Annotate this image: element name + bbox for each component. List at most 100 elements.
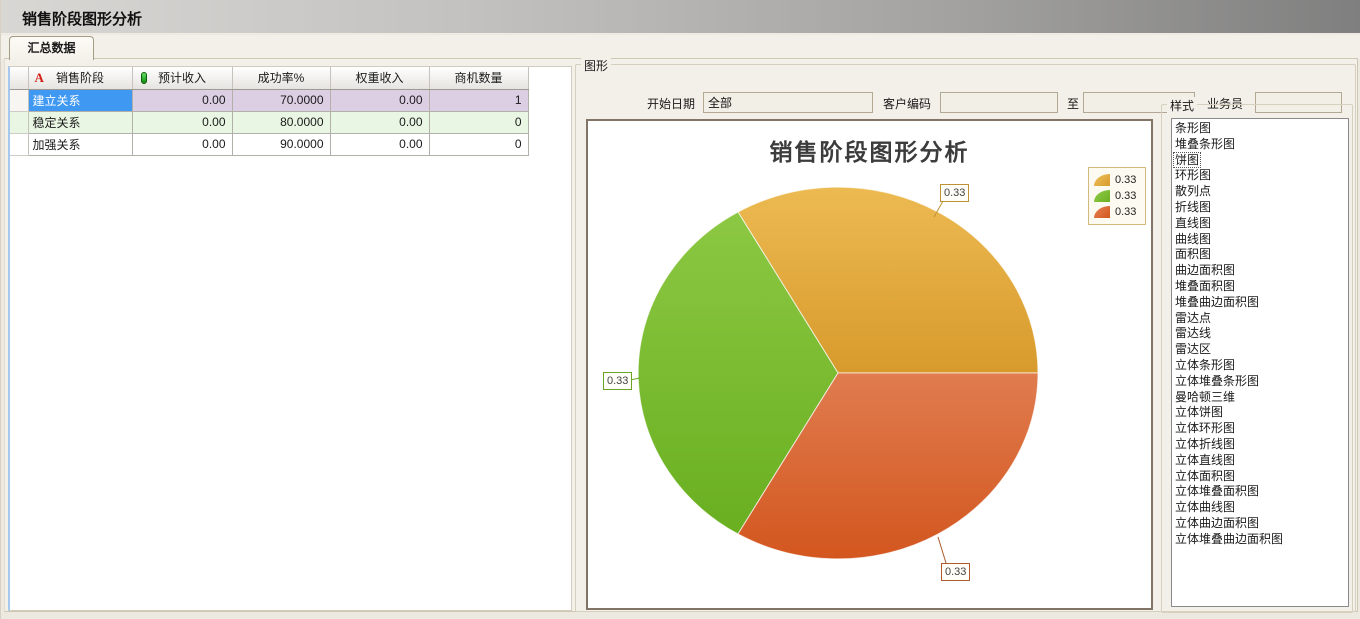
row-indicator[interactable] [10,89,28,111]
to-label: 至 [1067,96,1079,112]
cell-stage[interactable]: 稳定关系 [28,111,132,133]
cell-success-rate[interactable]: 80.0000 [232,111,330,133]
slice-value-label: 0.33 [603,372,632,390]
style-list-item[interactable]: 折线图 [1174,200,1348,216]
column-header-expected[interactable]: 预计收入 [132,67,232,89]
legend-swatch-icon [1094,206,1110,218]
cell-expected[interactable]: 0.00 [132,89,232,111]
style-list-item[interactable]: 堆叠面积图 [1174,279,1348,295]
style-list-item-label: 立体直线图 [1174,453,1236,467]
style-list-item[interactable]: 饼图 [1174,153,1348,169]
table-row[interactable]: 稳定关系 0.00 80.0000 0.00 0 [10,111,528,133]
style-list-item[interactable]: 立体曲边面积图 [1174,516,1348,532]
style-list-item-label: 雷达线 [1174,326,1212,340]
legend-value: 0.33 [1115,190,1136,202]
table-row[interactable]: 加强关系 0.00 90.0000 0.00 0 [10,133,528,155]
style-list-item[interactable]: 雷达线 [1174,326,1348,342]
style-list-item[interactable]: 散列点 [1174,184,1348,200]
table-row[interactable]: 建立关系 0.00 70.0000 0.00 1 [10,89,528,111]
style-list-item[interactable]: 立体堆叠面积图 [1174,484,1348,500]
style-list-item[interactable]: 立体折线图 [1174,437,1348,453]
style-list-item[interactable]: 面积图 [1174,247,1348,263]
style-list-item[interactable]: 立体直线图 [1174,453,1348,469]
style-list-item[interactable]: 堆叠曲边面积图 [1174,295,1348,311]
style-list-item[interactable]: 堆叠条形图 [1174,137,1348,153]
start-date-input[interactable] [703,92,873,113]
style-list[interactable]: 条形图堆叠条形图饼图环形图散列点折线图直线图曲线图面积图曲边面积图堆叠面积图堆叠… [1171,118,1349,607]
style-list-item[interactable]: 立体条形图 [1174,358,1348,374]
style-list-item[interactable]: 雷达区 [1174,342,1348,358]
graph-group-box: 图形 开始日期 客户编码 至 业务员 销售阶段图形分析 [575,64,1356,612]
tab-label: 汇总数据 [27,41,75,55]
label-connector-3 [938,537,946,563]
style-list-item-label: 立体堆叠面积图 [1174,484,1260,498]
cell-expected[interactable]: 0.00 [132,133,232,155]
number-type-icon [141,72,147,84]
style-list-item-label: 立体曲线图 [1174,500,1236,514]
style-list-item-label: 雷达点 [1174,311,1212,325]
cell-expected[interactable]: 0.00 [132,111,232,133]
table-header-row: A 销售阶段 预计收入 成功率% 权重收入 商机数量 [10,67,528,89]
legend-entry: 0.33 [1094,188,1140,204]
cell-weighted[interactable]: 0.00 [330,133,429,155]
style-list-item[interactable]: 曼哈顿三维 [1174,390,1348,406]
style-list-item[interactable]: 直线图 [1174,216,1348,232]
style-group-label: 样式 [1167,97,1197,114]
style-list-item-label: 堆叠面积图 [1174,279,1236,293]
style-list-item-label: 堆叠曲边面积图 [1174,295,1260,309]
style-list-item-label: 条形图 [1174,121,1212,135]
graph-group-label: 图形 [581,57,611,74]
style-list-item[interactable]: 立体曲线图 [1174,500,1348,516]
cell-count[interactable]: 0 [429,133,528,155]
style-list-item-label: 直线图 [1174,216,1212,230]
summary-table-panel: A 销售阶段 预计收入 成功率% 权重收入 商机数量 [8,66,572,611]
column-header-count[interactable]: 商机数量 [429,67,528,89]
cell-weighted[interactable]: 0.00 [330,89,429,111]
column-header-weighted[interactable]: 权重收入 [330,67,429,89]
slice-value-label: 0.33 [940,184,969,202]
tab-summary-data[interactable]: 汇总数据 [9,36,94,60]
cell-weighted[interactable]: 0.00 [330,111,429,133]
style-list-item-label: 曼哈顿三维 [1174,390,1236,404]
slice-value-label: 0.33 [941,563,970,581]
style-list-item-label: 雷达区 [1174,342,1212,356]
tab-strip: 汇总数据 [1,35,1360,59]
style-group-box: 样式 条形图堆叠条形图饼图环形图散列点折线图直线图曲线图面积图曲边面积图堆叠面积… [1161,104,1353,613]
style-list-item-label: 立体条形图 [1174,358,1236,372]
style-list-item-label: 立体饼图 [1174,405,1224,419]
legend-value: 0.33 [1115,206,1136,218]
style-list-item[interactable]: 条形图 [1174,121,1348,137]
style-list-item-label: 立体折线图 [1174,437,1236,451]
style-list-item-label: 立体面积图 [1174,469,1236,483]
column-header-stage[interactable]: A 销售阶段 [28,67,132,89]
column-header-success-rate[interactable]: 成功率% [232,67,330,89]
style-list-item-label: 折线图 [1174,200,1212,214]
cell-success-rate[interactable]: 70.0000 [232,89,330,111]
row-indicator[interactable] [10,111,28,133]
column-header-label: 预计收入 [158,71,206,85]
cell-count[interactable]: 1 [429,89,528,111]
style-list-item[interactable]: 曲线图 [1174,232,1348,248]
style-list-item[interactable]: 环形图 [1174,168,1348,184]
style-list-item[interactable]: 立体饼图 [1174,405,1348,421]
style-list-item[interactable]: 立体环形图 [1174,421,1348,437]
customer-code-input[interactable] [940,92,1058,113]
cell-count[interactable]: 0 [429,111,528,133]
tab-page: A 销售阶段 预计收入 成功率% 权重收入 商机数量 [4,58,1358,612]
style-list-item[interactable]: 立体堆叠条形图 [1174,374,1348,390]
cell-stage[interactable]: 建立关系 [28,89,132,111]
cell-stage[interactable]: 加强关系 [28,133,132,155]
style-list-item-label: 立体曲边面积图 [1174,516,1260,530]
page-title: 销售阶段图形分析 [22,8,142,29]
cell-success-rate[interactable]: 90.0000 [232,133,330,155]
column-header-label: 成功率% [258,71,305,85]
legend-swatch-icon [1094,190,1110,202]
style-list-item-label: 环形图 [1174,168,1212,182]
row-indicator-header [10,67,28,89]
style-list-item[interactable]: 立体堆叠曲边面积图 [1174,532,1348,548]
style-list-item[interactable]: 雷达点 [1174,311,1348,327]
row-indicator[interactable] [10,133,28,155]
style-list-item[interactable]: 立体面积图 [1174,469,1348,485]
sales-stage-table: A 销售阶段 预计收入 成功率% 权重收入 商机数量 [10,67,529,156]
style-list-item[interactable]: 曲边面积图 [1174,263,1348,279]
